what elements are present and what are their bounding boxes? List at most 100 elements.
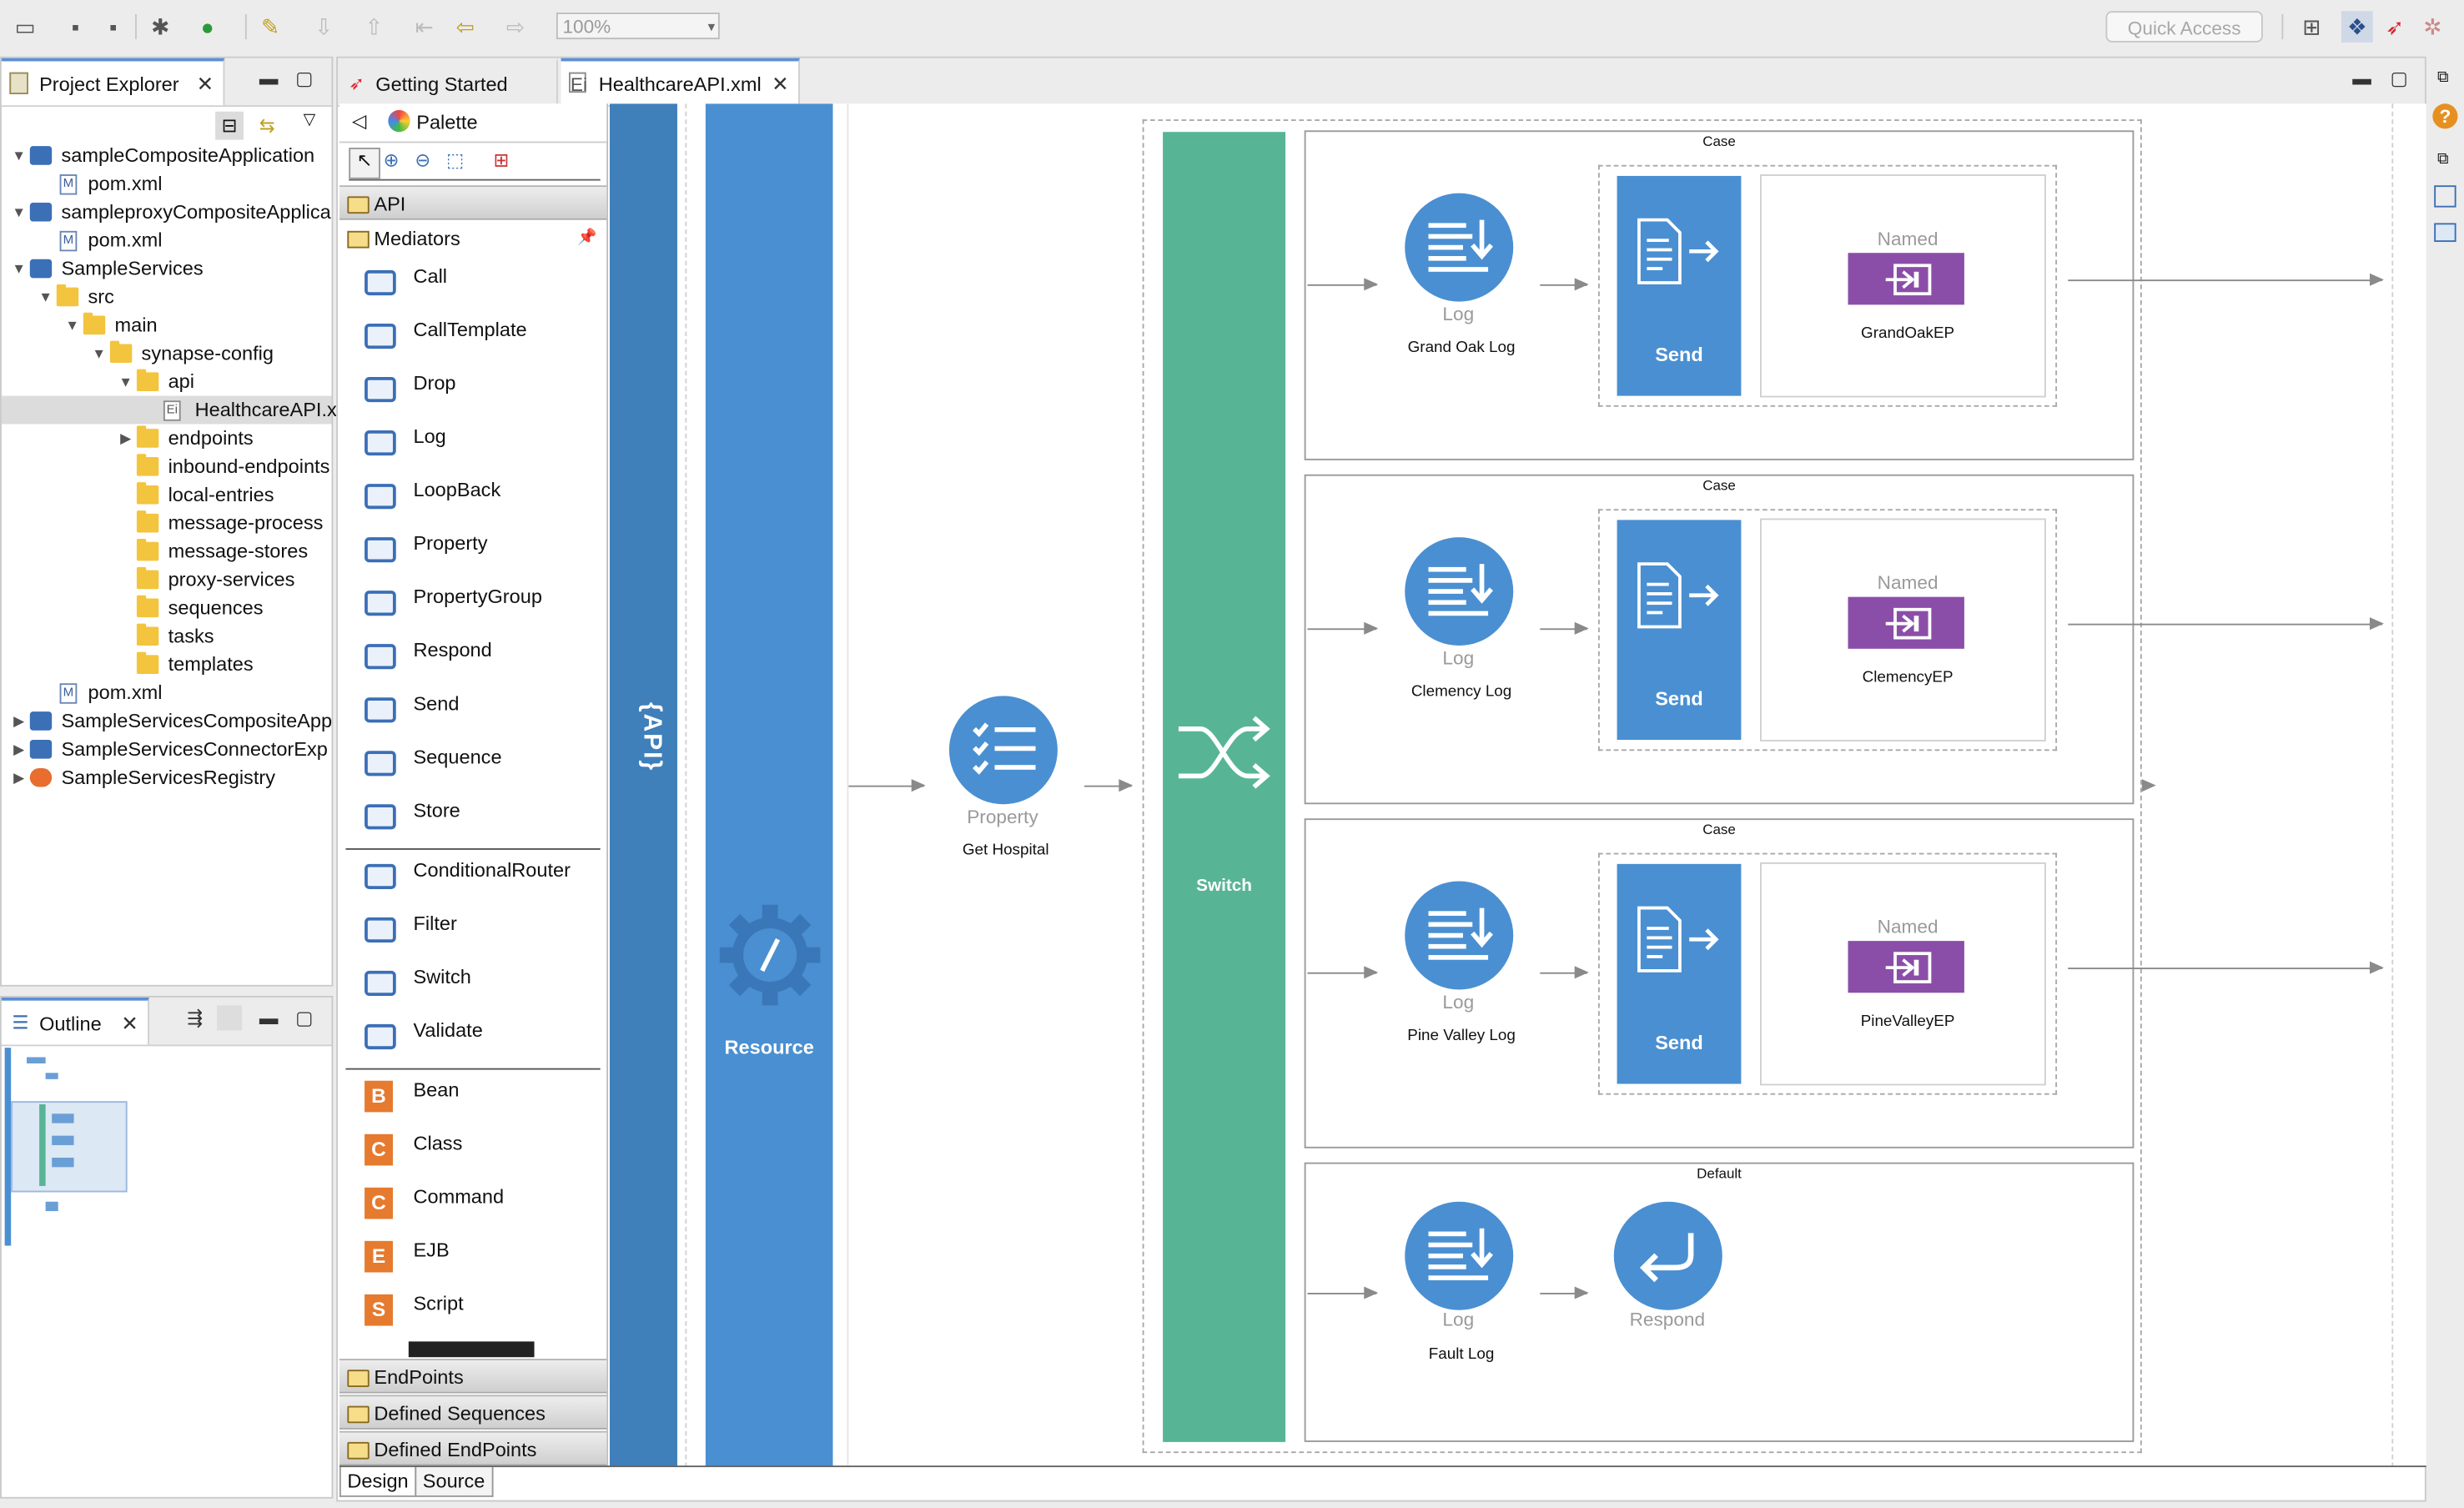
prev-annotation-icon[interactable]: ⇧	[359, 11, 390, 43]
save-icon[interactable]: ▪	[60, 11, 92, 43]
switch-mediator[interactable]: Switch	[1163, 132, 1286, 1442]
getting-started-perspective-icon[interactable]: ➶	[2379, 11, 2411, 43]
next-annotation-icon[interactable]: ⇩	[308, 11, 339, 43]
named-endpoint[interactable]	[1848, 941, 1964, 993]
chevron-down-icon[interactable]: ▼	[91, 339, 107, 368]
palette-item-filter[interactable]: Filter	[365, 908, 601, 958]
resource-bar[interactable]: Resource	[705, 103, 833, 1468]
select-tool-icon[interactable]: ↖	[349, 148, 380, 179]
deploy-icon[interactable]: ✎	[254, 11, 286, 43]
tab-source[interactable]: Source	[415, 1467, 493, 1497]
tab-healthcare-api[interactable]: Ei HealthcareAPI.xml ✕	[561, 58, 800, 108]
tab-outline[interactable]: ☰ Outline ✕	[1, 997, 149, 1045]
restore-icon[interactable]: ⧉	[2437, 69, 2448, 87]
palette-item-calltemplate[interactable]: CallTemplate	[365, 314, 601, 364]
drawer-mediators[interactable]: Mediators 📌	[339, 223, 606, 254]
chevron-down-icon[interactable]: ▼	[11, 198, 27, 226]
marquee-icon[interactable]: ⬚	[446, 149, 464, 171]
minimize-icon[interactable]: ▬	[2352, 68, 2371, 89]
log-mediator[interactable]	[1405, 881, 1514, 990]
property-mediator[interactable]	[948, 696, 1058, 805]
tree-item[interactable]: ▼ api	[2, 368, 332, 396]
tree-item[interactable]: ▶ SampleServicesCompositeApp	[2, 706, 332, 735]
log-mediator[interactable]	[1405, 537, 1514, 646]
chevron-right-icon[interactable]: ▶	[11, 706, 27, 735]
properties-view-icon[interactable]	[2434, 185, 2456, 208]
esb-perspective-icon[interactable]: ❖	[2341, 11, 2373, 43]
hide-palette-icon[interactable]: ◁	[352, 110, 366, 132]
log-mediator[interactable]	[1405, 1201, 1514, 1310]
chevron-right-icon[interactable]: ▶	[11, 763, 27, 792]
palette-item-validate[interactable]: Validate	[365, 1015, 601, 1065]
collapse-all-icon[interactable]: ⊟	[215, 111, 244, 140]
tree-item[interactable]: ▼ SampleServices	[2, 254, 332, 283]
default-branch[interactable]	[1304, 1162, 2135, 1442]
respond-mediator[interactable]	[1613, 1201, 1722, 1310]
back-icon[interactable]: ⇦	[450, 11, 481, 43]
last-edit-icon[interactable]: ⇤	[409, 11, 440, 43]
maximize-icon[interactable]: ▢	[295, 68, 313, 89]
tree-item[interactable]: ▼ main	[2, 311, 332, 339]
tree-item[interactable]: message-process	[2, 509, 332, 537]
chevron-down-icon[interactable]: ▼	[64, 311, 80, 339]
drawer-api[interactable]: API	[339, 185, 607, 220]
debug-icon[interactable]: ✱	[144, 11, 176, 43]
overview-mode-icon[interactable]	[216, 1005, 243, 1031]
connection-icon[interactable]: ⊞	[494, 149, 510, 171]
chevron-down-icon[interactable]: ▼	[38, 283, 53, 311]
tree-item[interactable]: inbound-endpoints	[2, 452, 332, 480]
restore-icon[interactable]: ⧉	[2437, 151, 2448, 168]
zoom-combo[interactable]: 100% ▾	[556, 13, 720, 40]
minimize-icon[interactable]: ▬	[259, 1007, 279, 1028]
tab-design[interactable]: Design	[339, 1467, 417, 1497]
tree-item[interactable]: ▼ sampleproxyCompositeApplica	[2, 198, 332, 226]
palette-item-conditionalrouter[interactable]: ConditionalRouter	[365, 855, 601, 905]
close-icon[interactable]: ✕	[772, 61, 789, 108]
palette-item-script[interactable]: S Script	[365, 1288, 601, 1338]
drawer-defined-endpoints[interactable]: Defined EndPoints	[339, 1430, 607, 1466]
view-menu-icon[interactable]: ▽	[304, 112, 316, 129]
close-icon[interactable]: ✕	[197, 61, 214, 108]
tree-item[interactable]: ▼ src	[2, 283, 332, 311]
debug-perspective-icon[interactable]: ✲	[2416, 11, 2448, 43]
pin-icon[interactable]: 📌	[577, 223, 596, 254]
palette-item-drop[interactable]: Drop	[365, 368, 601, 418]
tree-item[interactable]: Mpom.xml	[2, 226, 332, 254]
tree-item[interactable]: local-entries	[2, 480, 332, 509]
tree-item[interactable]: ▶ SampleServicesConnectorExp	[2, 735, 332, 763]
quick-access-input[interactable]: Quick Access	[2105, 11, 2263, 43]
tree-item[interactable]: ▼ synapse-config	[2, 339, 332, 368]
palette-item-call[interactable]: Call	[365, 261, 601, 311]
tree-mode-icon[interactable]: ⇶	[187, 1007, 203, 1028]
tree-item[interactable]: tasks	[2, 622, 332, 651]
minimize-icon[interactable]: ▬	[259, 68, 279, 89]
help-icon[interactable]: ?	[2432, 103, 2458, 129]
tree-item[interactable]: Mpom.xml	[2, 679, 332, 707]
palette-item-class[interactable]: C Class	[365, 1128, 601, 1178]
tree-item[interactable]: ▼ sampleCompositeApplication	[2, 141, 332, 169]
palette-item-property[interactable]: Property	[365, 528, 601, 578]
chevron-right-icon[interactable]: ▶	[118, 424, 133, 452]
maximize-icon[interactable]: ▢	[2390, 68, 2407, 89]
console-view-icon[interactable]	[2434, 223, 2456, 243]
chevron-right-icon[interactable]: ▶	[11, 735, 27, 763]
tree-item[interactable]: proxy-services	[2, 566, 332, 594]
palette-item-command[interactable]: C Command	[365, 1181, 601, 1231]
palette-item-store[interactable]: Store	[365, 795, 601, 845]
open-perspective-icon[interactable]: ⊞	[2296, 11, 2327, 43]
palette-item-propertygroup[interactable]: PropertyGroup	[365, 581, 601, 631]
palette-item-switch[interactable]: Switch	[365, 962, 601, 1012]
named-endpoint[interactable]	[1848, 253, 1964, 305]
palette-item-send[interactable]: Send	[365, 688, 601, 738]
save-all-icon[interactable]: ▪	[98, 11, 129, 43]
tree-item[interactable]: templates	[2, 651, 332, 679]
chevron-down-icon[interactable]: ▼	[11, 141, 27, 169]
design-canvas[interactable]: {API} Resource Property Get Hospital Swi…	[609, 103, 2426, 1468]
tree-item[interactable]: sequences	[2, 594, 332, 622]
api-bar[interactable]: {API}	[609, 103, 677, 1468]
tree-item[interactable]: ▶ endpoints	[2, 424, 332, 452]
palette-item-bean[interactable]: B Bean	[365, 1074, 601, 1124]
palette-item-ejb[interactable]: E EJB	[365, 1234, 601, 1284]
palette-item-loopback[interactable]: LoopBack	[365, 475, 601, 525]
zoom-out-icon[interactable]: ⊖	[415, 149, 430, 171]
